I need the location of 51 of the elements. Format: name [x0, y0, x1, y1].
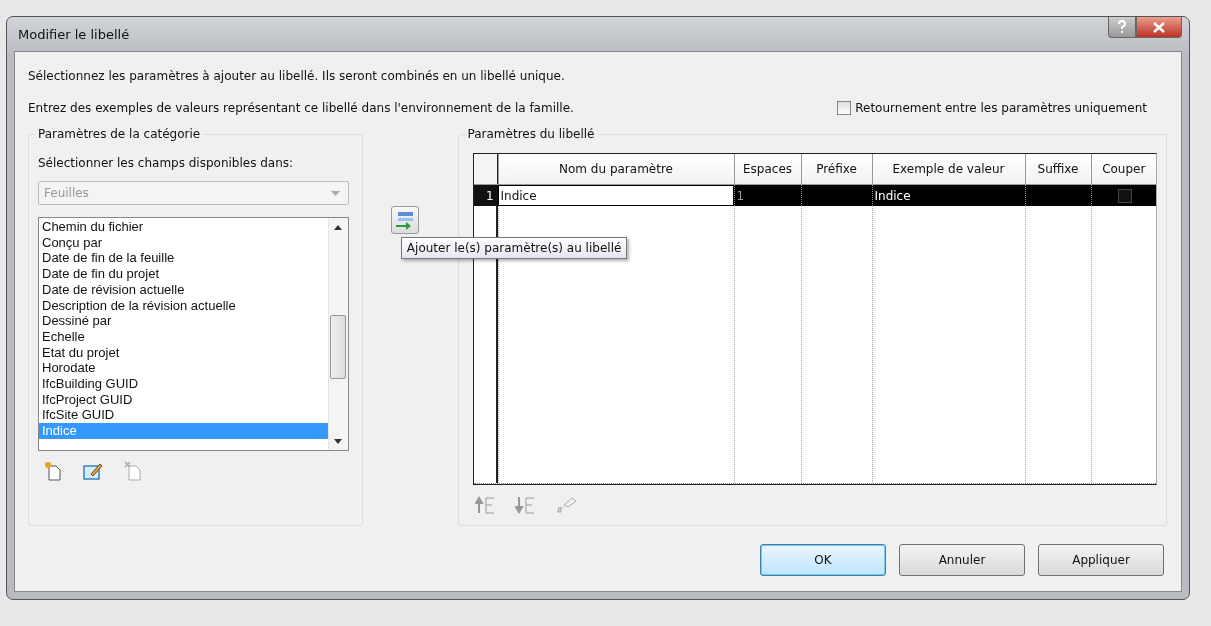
scrollbar[interactable]	[327, 218, 348, 450]
dropdown-prompt: Sélectionner les champs disponibles dans:	[38, 155, 295, 171]
new-parameter-icon[interactable]	[43, 461, 63, 481]
checkbox[interactable]	[837, 101, 852, 115]
window-title: Modifier le libellé	[17, 26, 130, 42]
dialog-button[interactable]: OK	[760, 544, 886, 576]
caret-icon	[330, 190, 340, 196]
list-item[interactable]: Etat du projet	[39, 344, 328, 361]
checkbox-label[interactable]: Retournement entre les paramètres uniquement	[855, 101, 1147, 115]
help-button[interactable]	[1108, 17, 1136, 38]
list-item[interactable]: Date de révision actuelle	[39, 281, 328, 298]
add-parameter-button[interactable]	[390, 206, 419, 234]
list-item[interactable]: Date de fin de la feuille	[39, 250, 328, 267]
list-item[interactable]: Dessiné par	[39, 313, 328, 329]
dialog-button[interactable]: Appliquer	[1038, 544, 1164, 576]
list-item[interactable]: Conçu par	[39, 234, 328, 251]
tooltip: Ajouter le(s) paramètre(s) au libellé	[400, 237, 628, 259]
column-header[interactable]: Exemple de valeur	[871, 154, 1025, 184]
close-icon	[1153, 21, 1165, 33]
edit-icon[interactable]	[83, 462, 103, 480]
close-button[interactable]	[1136, 17, 1182, 38]
scroll-thumb[interactable]	[329, 315, 346, 379]
list-item[interactable]: Horodate	[39, 360, 328, 377]
list-item[interactable]: IfcBuilding GUID	[39, 376, 328, 392]
column-header[interactable]: Espaces	[733, 154, 801, 184]
list-item[interactable]: Chemin du fichier	[39, 219, 328, 235]
list-item[interactable]: Echelle	[39, 328, 328, 345]
help-icon	[1117, 20, 1127, 34]
table-cell: Indice	[871, 185, 1025, 206]
move-up-icon[interactable]	[474, 496, 497, 514]
delete-parameter-icon[interactable]	[123, 461, 143, 481]
add-arrow-icon	[393, 209, 416, 231]
column-header[interactable]: Préfixe	[800, 154, 872, 184]
group-legend: Paramètres de la catégorie	[35, 126, 204, 142]
checkbox[interactable]	[1117, 188, 1132, 203]
list-item[interactable]: Description de la révision actuelle	[39, 297, 328, 314]
name-cell[interactable]: Indice	[497, 185, 734, 206]
list-item[interactable]: IfcSite GUID	[39, 407, 328, 424]
scroll-down-icon[interactable]	[333, 439, 342, 444]
list-item[interactable]: IfcProject GUID	[39, 391, 328, 408]
move-down-icon[interactable]	[514, 496, 537, 514]
dialog-button[interactable]: Annuler	[899, 544, 1025, 576]
row-number[interactable]: 1	[473, 185, 498, 206]
list-item[interactable]: Date de fin du projet	[39, 266, 328, 282]
table-cell: 1	[733, 185, 801, 206]
column-header[interactable]: Suffixe	[1024, 154, 1091, 184]
instruction-text: Sélectionnez les paramètres à ajouter au libellé. Ils seront combinés en un libellé unique.	[28, 68, 566, 84]
column-header[interactable]: Nom du paramètre	[497, 154, 734, 184]
column-header[interactable]: Couper	[1090, 154, 1156, 184]
scroll-up-icon[interactable]	[334, 225, 343, 230]
instruction-text: Entrez des exemples de valeurs représentant ce libellé dans l'environnement de la famille.	[28, 100, 574, 116]
